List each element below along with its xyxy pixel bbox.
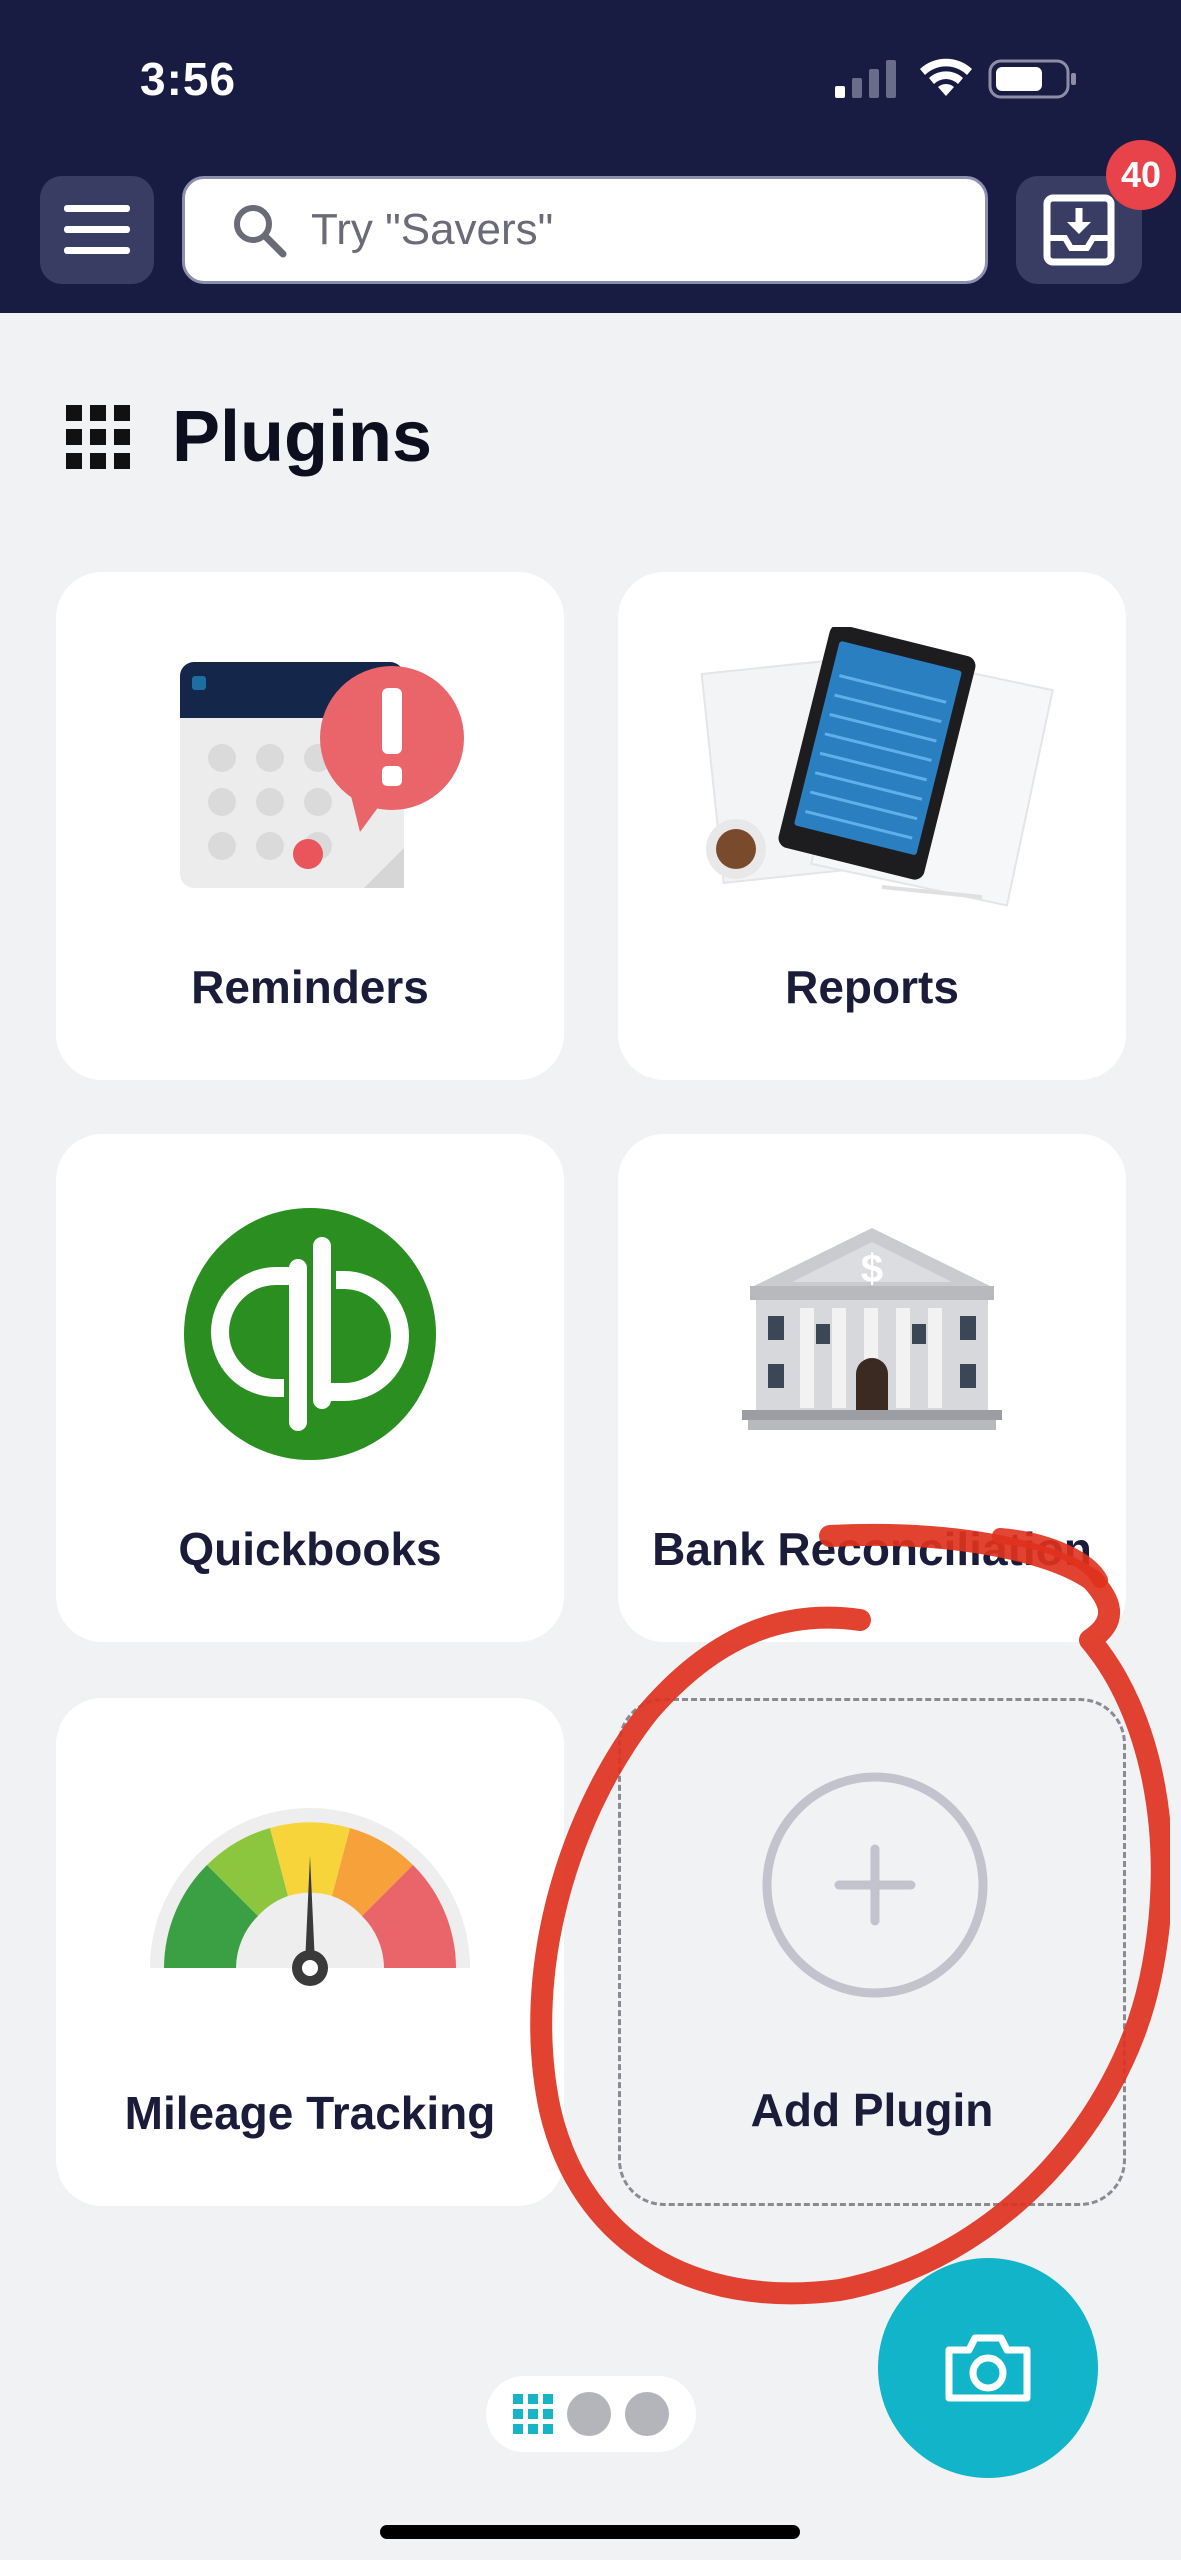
page-title: Plugins <box>172 397 433 477</box>
inbox-download-icon <box>1043 194 1115 266</box>
plugin-label: Bank Reconciliation <box>652 1523 1092 1575</box>
inbox-count-badge: 40 <box>1106 140 1176 210</box>
plus-circle-icon <box>762 1772 988 1998</box>
page-dot[interactable] <box>625 2392 669 2436</box>
grid-page-icon[interactable] <box>513 2394 553 2434</box>
plugin-label: Quickbooks <box>178 1523 442 1575</box>
add-plugin-button[interactable]: Add Plugin <box>618 1698 1126 2206</box>
plugin-card-reports[interactable]: Reports <box>618 572 1126 1080</box>
quickbooks-logo <box>184 1208 436 1460</box>
plugin-card-mileage-tracking[interactable]: Mileage Tracking <box>56 1698 564 2206</box>
tablet-report-icon <box>700 627 1054 907</box>
menu-button[interactable] <box>40 176 154 284</box>
plugin-label: Reports <box>785 961 959 1013</box>
plugin-label: Mileage Tracking <box>124 2087 496 2139</box>
wifi-icon <box>920 58 972 96</box>
battery-icon <box>988 59 1076 99</box>
camera-icon <box>945 2334 1031 2402</box>
page-dot[interactable] <box>567 2392 611 2436</box>
home-indicator <box>380 2525 800 2539</box>
grid-icon <box>66 405 130 469</box>
add-plugin-label: Add Plugin <box>750 2084 994 2136</box>
search-input[interactable]: Try "Savers" <box>182 176 988 284</box>
app-header: 3:56 Try "Savers" <box>0 0 1181 313</box>
hamburger-menu-icon <box>64 205 130 254</box>
plugin-label: Reminders <box>191 961 429 1013</box>
calendar-alert-icon <box>180 662 464 888</box>
status-time: 3:56 <box>140 53 237 105</box>
search-placeholder: Try "Savers" <box>311 205 554 254</box>
search-icon <box>234 205 287 258</box>
section-header: Plugins <box>66 396 432 478</box>
page-indicator <box>486 2376 696 2452</box>
svg-text:$: $ <box>861 1247 883 1291</box>
plugin-card-quickbooks[interactable]: Quickbooks <box>56 1134 564 1642</box>
camera-button[interactable] <box>878 2258 1098 2478</box>
speedometer-icon <box>150 1808 470 1986</box>
plugin-card-reminders[interactable]: Reminders <box>56 572 564 1080</box>
cellular-signal-icon <box>835 60 896 98</box>
bank-building-icon: $ <box>742 1228 1002 1430</box>
plugin-card-bank-reconciliation[interactable]: $ Bank Reconciliation <box>618 1134 1126 1642</box>
